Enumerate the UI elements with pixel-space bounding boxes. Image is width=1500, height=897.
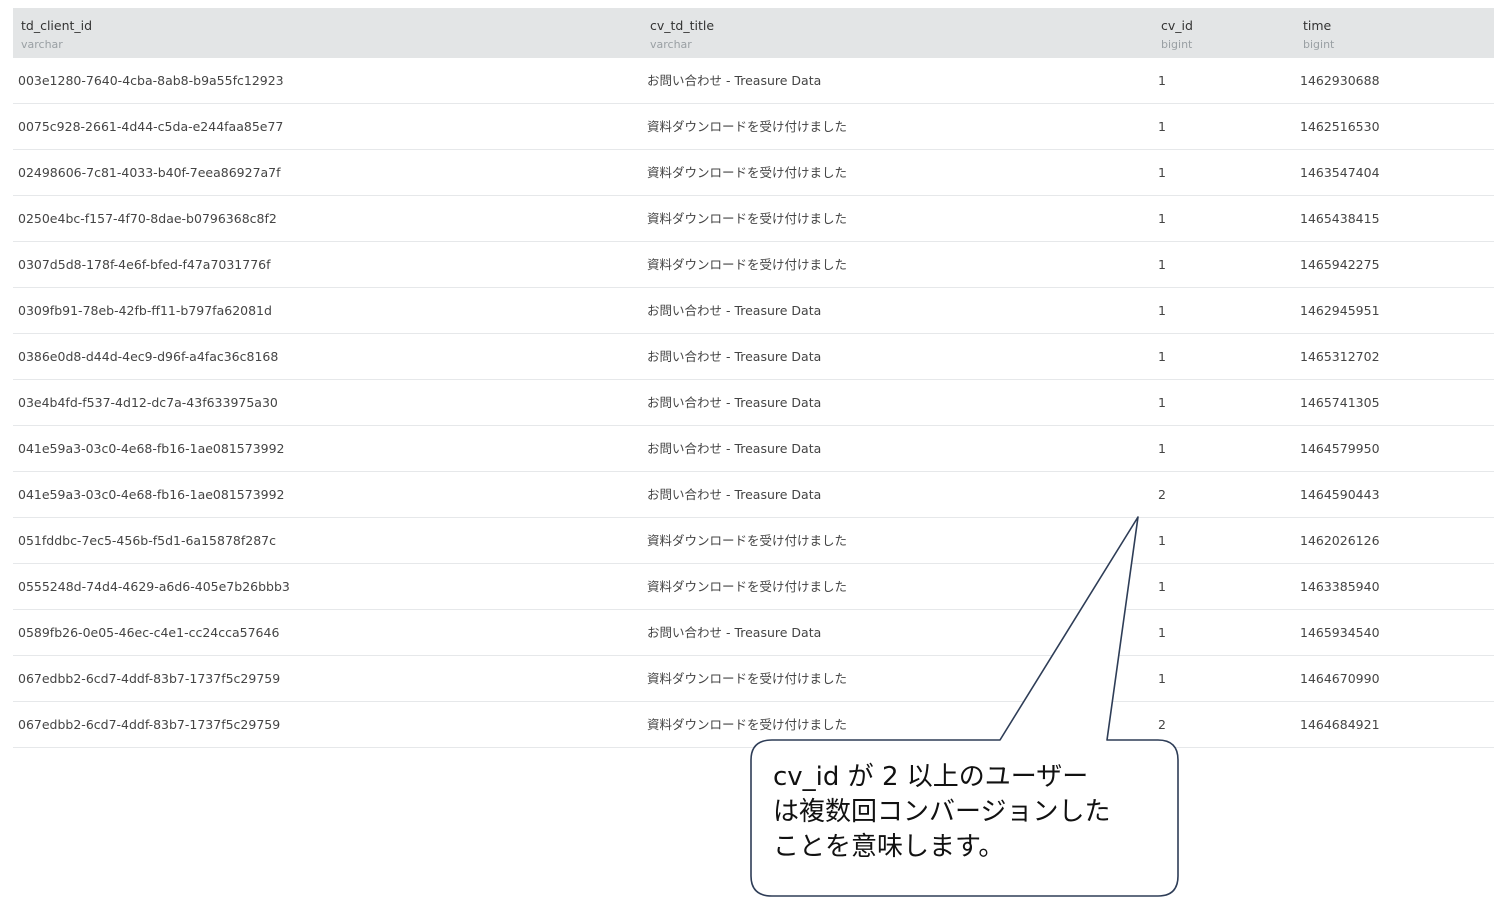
table-row[interactable]: 0386e0d8-d44d-4ec9-d96f-a4fac36c8168 お問い合… xyxy=(13,334,1494,380)
table-row[interactable]: 0589fb26-0e05-46ec-c4e1-cc24cca57646 お問い合… xyxy=(13,610,1494,656)
cell-td-client-id: 051fddbc-7ec5-456b-f5d1-6a15878f287c xyxy=(18,533,276,548)
column-type: bigint xyxy=(1161,38,1193,51)
table-row[interactable]: 0309fb91-78eb-42fb-ff11-b797fa62081d お問い合… xyxy=(13,288,1494,334)
cell-time: 1462516530 xyxy=(1300,119,1380,134)
cell-cv-id: 2 xyxy=(1158,487,1166,502)
cell-td-client-id: 0386e0d8-d44d-4ec9-d96f-a4fac36c8168 xyxy=(18,349,279,364)
cell-cv-td-title: 資料ダウンロードを受け付けました xyxy=(647,119,848,134)
cell-cv-id: 1 xyxy=(1158,73,1166,88)
cell-cv-id: 1 xyxy=(1158,625,1166,640)
cell-cv-td-title: お問い合わせ - Treasure Data xyxy=(647,487,822,502)
cell-time: 1465942275 xyxy=(1300,257,1380,272)
table-header: td_client_id varchar cv_td_title varchar… xyxy=(13,8,1494,58)
column-header-cv-td-title[interactable]: cv_td_title varchar xyxy=(642,8,1153,58)
cell-td-client-id: 0309fb91-78eb-42fb-ff11-b797fa62081d xyxy=(18,303,272,318)
cell-cv-id: 2 xyxy=(1158,717,1166,732)
cell-cv-td-title: 資料ダウンロードを受け付けました xyxy=(647,257,848,272)
cell-time: 1465741305 xyxy=(1300,395,1380,410)
cell-cv-td-title: お問い合わせ - Treasure Data xyxy=(647,349,822,364)
cell-cv-td-title: 資料ダウンロードを受け付けました xyxy=(647,211,848,226)
cell-time: 1462945951 xyxy=(1300,303,1380,318)
cell-time: 1464684921 xyxy=(1300,717,1380,732)
cell-cv-td-title: 資料ダウンロードを受け付けました xyxy=(647,165,848,180)
table-row[interactable]: 041e59a3-03c0-4e68-fb16-1ae081573992 お問い合… xyxy=(13,426,1494,472)
cell-time: 1465312702 xyxy=(1300,349,1380,364)
cell-cv-id: 1 xyxy=(1158,579,1166,594)
cell-cv-id: 1 xyxy=(1158,533,1166,548)
column-type: varchar xyxy=(650,38,692,51)
cell-cv-td-title: お問い合わせ - Treasure Data xyxy=(647,625,822,640)
cell-td-client-id: 0307d5d8-178f-4e6f-bfed-f47a7031776f xyxy=(18,257,271,272)
cell-time: 1464590443 xyxy=(1300,487,1380,502)
cell-td-client-id: 0589fb26-0e05-46ec-c4e1-cc24cca57646 xyxy=(18,625,280,640)
table-row[interactable]: 0250e4bc-f157-4f70-8dae-b0796368c8f2 資料ダウ… xyxy=(13,196,1494,242)
cell-td-client-id: 0250e4bc-f157-4f70-8dae-b0796368c8f2 xyxy=(18,211,277,226)
cell-time: 1465438415 xyxy=(1300,211,1380,226)
table-row[interactable]: 03e4b4fd-f537-4d12-dc7a-43f633975a30 お問い合… xyxy=(13,380,1494,426)
query-result-page: td_client_id varchar cv_td_title varchar… xyxy=(0,0,1500,897)
cell-cv-td-title: お問い合わせ - Treasure Data xyxy=(647,303,822,318)
cell-time: 1464670990 xyxy=(1300,671,1380,686)
table-row[interactable]: 0307d5d8-178f-4e6f-bfed-f47a7031776f 資料ダウ… xyxy=(13,242,1494,288)
cell-td-client-id: 02498606-7c81-4033-b40f-7eea86927a7f xyxy=(18,165,281,180)
cell-td-client-id: 003e1280-7640-4cba-8ab8-b9a55fc12923 xyxy=(18,73,284,88)
callout-text: cv_id が 2 以上のユーザー は複数回コンバージョンした ことを意味します… xyxy=(773,762,1111,862)
cell-cv-td-title: お問い合わせ - Treasure Data xyxy=(647,73,822,88)
cell-cv-id: 1 xyxy=(1158,671,1166,686)
cell-cv-td-title: お問い合わせ - Treasure Data xyxy=(647,441,822,456)
table-row[interactable]: 051fddbc-7ec5-456b-f5d1-6a15878f287c 資料ダウ… xyxy=(13,518,1494,564)
column-name: cv_id xyxy=(1161,18,1193,33)
column-name: time xyxy=(1303,18,1332,33)
cell-cv-id: 1 xyxy=(1158,441,1166,456)
column-header-td-client-id[interactable]: td_client_id varchar xyxy=(13,8,642,58)
cell-cv-id: 1 xyxy=(1158,211,1166,226)
table-row[interactable]: 067edbb2-6cd7-4ddf-83b7-1737f5c29759 資料ダウ… xyxy=(13,656,1494,702)
column-type: bigint xyxy=(1303,38,1335,51)
table-row[interactable]: 0555248d-74d4-4629-a6d6-405e7b26bbb3 資料ダウ… xyxy=(13,564,1494,610)
cell-td-client-id: 0075c928-2661-4d44-c5da-e244faa85e77 xyxy=(18,119,284,134)
cell-cv-td-title: 資料ダウンロードを受け付けました xyxy=(647,671,848,686)
cell-cv-id: 1 xyxy=(1158,165,1166,180)
cell-cv-id: 1 xyxy=(1158,303,1166,318)
table-body: 003e1280-7640-4cba-8ab8-b9a55fc12923 お問い合… xyxy=(13,58,1494,748)
column-header-time[interactable]: time bigint xyxy=(1295,8,1494,58)
table-row[interactable]: 067edbb2-6cd7-4ddf-83b7-1737f5c29759 資料ダウ… xyxy=(13,702,1494,748)
table-row[interactable]: 003e1280-7640-4cba-8ab8-b9a55fc12923 お問い合… xyxy=(13,58,1494,104)
cell-time: 1465934540 xyxy=(1300,625,1380,640)
cell-td-client-id: 03e4b4fd-f537-4d12-dc7a-43f633975a30 xyxy=(18,395,278,410)
cell-cv-td-title: 資料ダウンロードを受け付けました xyxy=(647,717,848,732)
column-name: cv_td_title xyxy=(650,18,715,33)
cell-td-client-id: 067edbb2-6cd7-4ddf-83b7-1737f5c29759 xyxy=(18,671,281,686)
result-table: td_client_id varchar cv_td_title varchar… xyxy=(13,8,1494,748)
cell-cv-id: 1 xyxy=(1158,349,1166,364)
cell-cv-td-title: 資料ダウンロードを受け付けました xyxy=(647,533,848,548)
cell-time: 1463385940 xyxy=(1300,579,1380,594)
cell-cv-td-title: 資料ダウンロードを受け付けました xyxy=(647,579,848,594)
cell-cv-id: 1 xyxy=(1158,395,1166,410)
column-type: varchar xyxy=(21,38,63,51)
cell-cv-id: 1 xyxy=(1158,119,1166,134)
cell-td-client-id: 0555248d-74d4-4629-a6d6-405e7b26bbb3 xyxy=(18,579,290,594)
cell-td-client-id: 067edbb2-6cd7-4ddf-83b7-1737f5c29759 xyxy=(18,717,281,732)
cell-td-client-id: 041e59a3-03c0-4e68-fb16-1ae081573992 xyxy=(18,487,285,502)
table-row[interactable]: 0075c928-2661-4d44-c5da-e244faa85e77 資料ダウ… xyxy=(13,104,1494,150)
cell-td-client-id: 041e59a3-03c0-4e68-fb16-1ae081573992 xyxy=(18,441,285,456)
cell-time: 1462930688 xyxy=(1300,73,1380,88)
table-row[interactable]: 02498606-7c81-4033-b40f-7eea86927a7f 資料ダウ… xyxy=(13,150,1494,196)
cell-time: 1462026126 xyxy=(1300,533,1380,548)
cell-cv-td-title: お問い合わせ - Treasure Data xyxy=(647,395,822,410)
table-row[interactable]: 041e59a3-03c0-4e68-fb16-1ae081573992 お問い合… xyxy=(13,472,1494,518)
cell-time: 1464579950 xyxy=(1300,441,1380,456)
column-name: td_client_id xyxy=(21,18,93,33)
cell-time: 1463547404 xyxy=(1300,165,1380,180)
column-header-cv-id[interactable]: cv_id bigint xyxy=(1153,8,1295,58)
cell-cv-id: 1 xyxy=(1158,257,1166,272)
